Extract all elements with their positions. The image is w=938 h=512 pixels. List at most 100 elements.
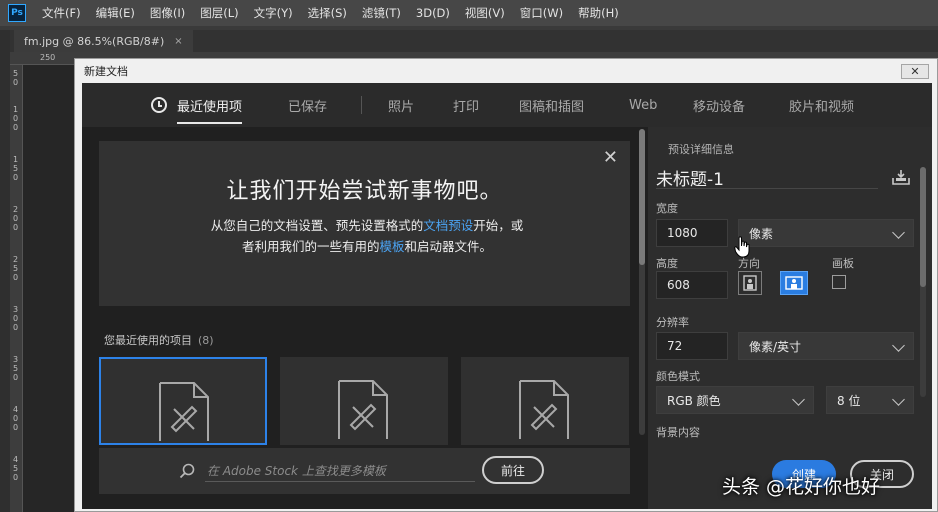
photoshop-window: Ps 文件(F) 编辑(E) 图像(I) 图层(L) 文字(Y) 选择(S) 滤… <box>0 0 938 512</box>
ruler-number: 2 0 0 <box>13 205 19 232</box>
dialog-body: 最近使用项 已保存 照片 打印 图稿和插图 Web 移动设备 胶片和视频 ✕ 让… <box>82 83 932 509</box>
menu-help[interactable]: 帮助(H) <box>578 5 619 21</box>
chevron-down-icon <box>892 339 905 352</box>
width-unit-select[interactable]: 像素 <box>738 219 914 247</box>
landscape-orientation-button[interactable] <box>780 271 808 295</box>
width-label: 宽度 <box>656 202 678 215</box>
clock-icon <box>151 97 167 113</box>
welcome-text-part: 和启动器文件。 <box>404 239 493 254</box>
document-template-icon <box>159 382 209 441</box>
ruler-number: 250 <box>40 53 56 62</box>
ruler-number: 4 5 0 <box>13 455 19 482</box>
portrait-orientation-button[interactable] <box>738 271 762 295</box>
tab-photo[interactable]: 照片 <box>388 83 414 127</box>
welcome-description: 从您自己的文档设置、预先设置格式的文档预设开始，或者利用我们的一些有用的模板和启… <box>207 215 527 257</box>
resolution-unit-select[interactable]: 像素/英寸 <box>738 332 914 360</box>
ruler-number: 4 0 0 <box>13 405 19 432</box>
artboard-checkbox[interactable] <box>832 275 846 289</box>
tab-film-video[interactable]: 胶片和视频 <box>789 83 854 127</box>
recent-item-card[interactable] <box>280 357 448 445</box>
menu-bar: Ps 文件(F) 编辑(E) 图像(I) 图层(L) 文字(Y) 选择(S) 滤… <box>0 0 938 26</box>
document-tab[interactable]: fm.jpg @ 86.5%(RGB/8#) × <box>14 30 193 52</box>
document-presets-link[interactable]: 文档预设 <box>423 218 473 233</box>
tab-print[interactable]: 打印 <box>453 83 479 127</box>
document-template-icon <box>519 380 569 439</box>
recent-item-card[interactable] <box>461 357 629 445</box>
go-button[interactable]: 前往 <box>482 456 544 484</box>
chevron-down-icon <box>892 226 905 239</box>
ruler-number: 2 5 0 <box>13 255 19 282</box>
chevron-down-icon <box>792 393 805 406</box>
photoshop-logo-icon: Ps <box>8 4 26 22</box>
save-preset-icon[interactable] <box>892 169 910 185</box>
document-template-icon <box>338 380 388 439</box>
recent-items-heading: 您最近使用的项目 (8) <box>104 332 214 348</box>
resolution-unit-value: 像素/英寸 <box>749 339 802 354</box>
artboard-label: 画板 <box>832 257 854 270</box>
scrollbar-thumb[interactable] <box>920 167 926 287</box>
menu-layer[interactable]: 图层(L) <box>200 5 238 21</box>
watermark-text: 头条 @花好你也好 <box>722 476 881 498</box>
dialog-titlebar[interactable]: 新建文档 ✕ <box>75 59 938 83</box>
resolution-input[interactable]: 72 <box>656 332 728 360</box>
dialog-title: 新建文档 <box>84 65 128 78</box>
menu-select[interactable]: 选择(S) <box>308 5 347 21</box>
new-document-dialog: 新建文档 ✕ 最近使用项 已保存 照片 打印 图稿和插图 Web 移动设备 胶片… <box>74 58 938 512</box>
search-icon <box>179 463 195 479</box>
resolution-label: 分辨率 <box>656 316 689 329</box>
tab-mobile[interactable]: 移动设备 <box>693 83 745 127</box>
tab-saved[interactable]: 已保存 <box>288 83 327 127</box>
tab-divider <box>361 96 362 114</box>
details-scrollbar[interactable] <box>920 167 926 397</box>
tools-panel <box>0 30 10 512</box>
chevron-down-icon <box>892 393 905 406</box>
menu-view[interactable]: 视图(V) <box>465 5 505 21</box>
scrollbar-thumb[interactable] <box>639 129 645 265</box>
height-label: 高度 <box>656 257 678 270</box>
recent-items-scrollbar[interactable] <box>639 129 645 435</box>
recent-item-card[interactable] <box>99 357 267 445</box>
recent-items-pane: ✕ 让我们开始尝试新事物吧。 从您自己的文档设置、预先设置格式的文档预设开始，或… <box>82 127 648 509</box>
width-unit-value: 像素 <box>749 226 774 241</box>
ruler-number: 1 0 0 <box>13 105 19 132</box>
adobe-stock-search-bar: 前往 <box>99 448 630 494</box>
menu-file[interactable]: 文件(F) <box>42 5 81 21</box>
preset-details-heading: 预设详细信息 <box>668 143 734 156</box>
ruler-number: 1 5 0 <box>13 155 19 182</box>
hand-cursor-icon <box>734 236 750 258</box>
welcome-text-part: 从您自己的文档设置、预先设置格式的 <box>210 218 424 233</box>
recent-items-count: (8) <box>198 334 214 347</box>
templates-link[interactable]: 模板 <box>379 239 404 254</box>
menu-edit[interactable]: 编辑(E) <box>96 5 135 21</box>
preset-details-pane: 预设详细信息 未标题-1 宽度 1080 像素 高度 方向 画板 608 分辨率… <box>648 127 932 509</box>
menu-type[interactable]: 文字(Y) <box>254 5 293 21</box>
ruler-vertical: 5 0 1 0 0 1 5 0 2 0 0 2 5 0 3 0 0 3 5 0 … <box>10 65 23 512</box>
ruler-number: 5 0 <box>13 69 19 87</box>
ruler-number: 3 0 0 <box>13 305 19 332</box>
menu-3d[interactable]: 3D(D) <box>416 6 450 20</box>
document-tab-title: fm.jpg @ 86.5%(RGB/8#) <box>24 34 165 48</box>
color-mode-select[interactable]: RGB 颜色 <box>656 386 814 414</box>
color-mode-label: 颜色模式 <box>656 370 700 383</box>
recent-items-label: 您最近使用的项目 <box>104 334 192 347</box>
preset-category-tabs: 最近使用项 已保存 照片 打印 图稿和插图 Web 移动设备 胶片和视频 <box>82 83 932 127</box>
menu-image[interactable]: 图像(I) <box>150 5 185 21</box>
width-input[interactable]: 1080 <box>656 219 728 247</box>
document-tab-close-icon[interactable]: × <box>174 36 182 47</box>
stock-search-input[interactable] <box>205 460 475 482</box>
bit-depth-select[interactable]: 8 位 <box>826 386 914 414</box>
portrait-icon <box>743 275 757 291</box>
menu-window[interactable]: 窗口(W) <box>520 5 563 21</box>
dialog-close-button[interactable]: ✕ <box>901 64 929 79</box>
menu-filter[interactable]: 滤镜(T) <box>362 5 401 21</box>
tab-recent[interactable]: 最近使用项 <box>177 83 243 127</box>
tab-art-illustration[interactable]: 图稿和插图 <box>519 83 584 127</box>
tab-web[interactable]: Web <box>629 83 657 127</box>
background-contents-label: 背景内容 <box>656 426 700 439</box>
welcome-title: 让我们开始尝试新事物吧。 <box>226 179 503 204</box>
document-name-field[interactable]: 未标题-1 <box>656 165 878 190</box>
height-input[interactable]: 608 <box>656 271 728 299</box>
document-tab-bar: fm.jpg @ 86.5%(RGB/8#) × <box>10 30 938 52</box>
welcome-close-icon[interactable]: ✕ <box>603 147 618 168</box>
ruler-number: 3 5 0 <box>13 355 19 382</box>
